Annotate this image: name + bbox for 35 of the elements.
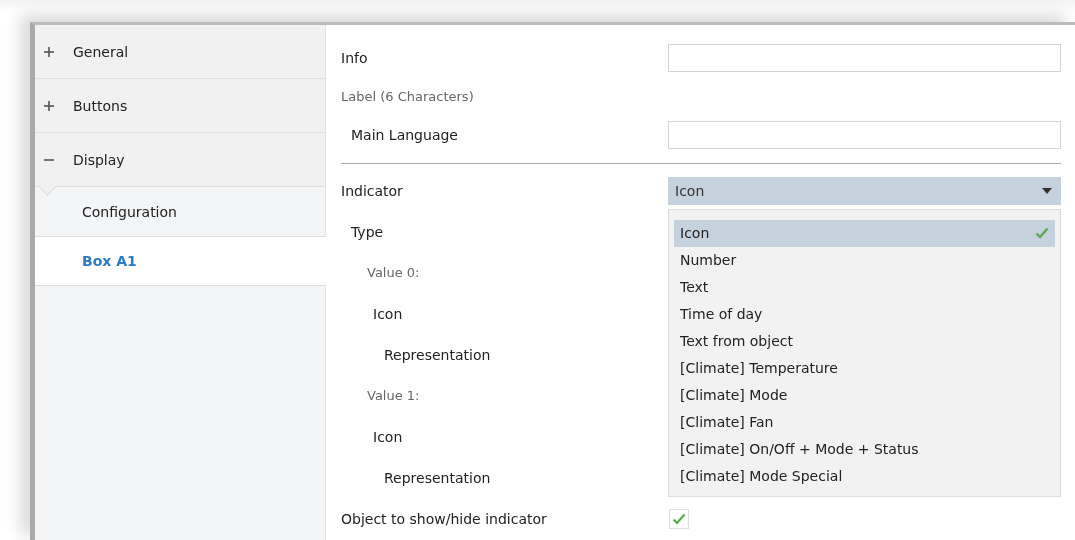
parameter-label: Type <box>350 223 384 240</box>
caret-icon <box>1042 187 1052 194</box>
parameter-label: Icon <box>372 305 403 322</box>
dropdown-option[interactable]: Time of day <box>674 300 1055 328</box>
parameter-label: Main Language <box>350 127 458 143</box>
parameter-label: Object to show/hide indicator <box>341 510 547 527</box>
parameter-label: Indicator <box>341 182 403 199</box>
section-heading: Value 0: <box>366 265 420 280</box>
sidebar-item[interactable]: Box A1 <box>35 236 326 286</box>
parameter-label: Icon <box>372 428 403 445</box>
sidebar-item[interactable]: Configuration <box>35 187 325 236</box>
checkbox[interactable] <box>669 508 689 529</box>
plus-icon <box>44 46 54 57</box>
dropdown-option[interactable]: Text from object <box>674 327 1055 355</box>
plus-icon <box>44 100 54 111</box>
parameter-label: Representation <box>383 346 491 363</box>
dropdown[interactable]: Icon <box>668 176 1061 205</box>
dropdown-option[interactable]: [Climate] Fan <box>674 408 1055 436</box>
parameter-label: Representation <box>383 469 491 486</box>
text-field[interactable] <box>668 44 1061 72</box>
sidebar-group[interactable]: General <box>35 25 325 79</box>
parameter-label: Info <box>341 50 368 66</box>
text-field[interactable] <box>668 121 1061 149</box>
dropdown-option[interactable]: [Climate] Temperature <box>674 354 1055 382</box>
section-heading: Value 1: <box>366 388 420 403</box>
check-icon <box>1035 227 1049 239</box>
dropdown-option[interactable]: Text <box>674 273 1055 301</box>
dropdown-option[interactable]: [Climate] Mode Special <box>674 462 1055 490</box>
dropdown-option[interactable]: Icon <box>674 219 1055 247</box>
dropdown-option[interactable]: Number <box>674 246 1055 274</box>
sidebar-group[interactable]: Display <box>35 133 325 187</box>
section-heading: Label (6 Characters) <box>341 89 474 104</box>
dropdown-option[interactable]: [Climate] On/Off + Mode + Status <box>674 435 1055 463</box>
sidebar-group[interactable]: Buttons <box>35 79 325 133</box>
dropdown-option[interactable]: [Climate] Mode <box>674 381 1055 409</box>
